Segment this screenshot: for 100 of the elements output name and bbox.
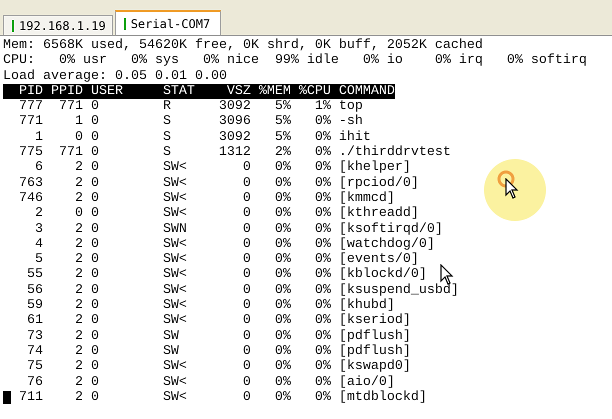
table-cell: 0 xyxy=(74,206,83,222)
table-cell: 0% xyxy=(314,236,331,252)
table-cell: 2 xyxy=(74,236,83,252)
table-cell: 0% xyxy=(274,298,291,314)
table-cell: 75 xyxy=(26,359,43,374)
table-cell: 746 xyxy=(18,190,43,206)
table-cell: 2 xyxy=(74,160,83,176)
table-cell: [kblockd/0] xyxy=(338,267,427,282)
table-cell: [pdflush] xyxy=(338,344,411,359)
table-cell: 2 xyxy=(74,190,83,206)
table-cell: SW xyxy=(162,328,179,344)
table-cell: 0% xyxy=(314,130,331,145)
table-cell: 76 xyxy=(26,374,43,390)
table-cell: 0% xyxy=(314,206,331,222)
table-cell: [pdflush] xyxy=(338,328,411,344)
table-cell: SW< xyxy=(162,313,187,328)
table-cell: SW< xyxy=(162,206,187,222)
table-cell: 0% xyxy=(274,282,291,298)
mouse-pointer-icon xyxy=(505,178,519,200)
table-cell: ./thirddrvtest xyxy=(338,145,451,160)
table-cell: 0 xyxy=(90,344,99,359)
table-cell: 2 xyxy=(34,206,43,222)
table-cell: 0 xyxy=(90,267,99,282)
table-cell: 0 xyxy=(242,298,251,314)
table-cell: 0% xyxy=(314,359,331,374)
table-cell: 0 xyxy=(90,313,99,328)
table-cell: 61 xyxy=(26,313,43,328)
table-cell: 0% xyxy=(314,160,331,176)
table-cell: 0 xyxy=(242,236,251,252)
table-cell: [rpciod/0] xyxy=(338,176,419,191)
session-tab[interactable]: Serial-COM7 xyxy=(114,10,222,35)
table-cell: 0% xyxy=(314,252,331,268)
table-cell: 0% xyxy=(314,145,331,160)
table-cell: SW< xyxy=(162,176,187,191)
table-cell: 0% xyxy=(274,374,291,390)
table-cell: 0% xyxy=(274,328,291,344)
table-cell: SWN xyxy=(162,222,187,237)
column-header: STAT xyxy=(162,84,195,99)
table-cell: 2 xyxy=(74,176,83,191)
table-cell: 0 xyxy=(242,176,251,191)
table-cell: SW< xyxy=(162,160,187,176)
column-header: VSZ xyxy=(226,84,251,99)
table-cell: 0% xyxy=(274,206,291,222)
table-cell: 0% xyxy=(314,114,331,130)
table-cell: 0% xyxy=(314,222,331,237)
table-cell: 0% xyxy=(274,176,291,191)
table-cell: 0 xyxy=(242,282,251,298)
table-cell: 0 xyxy=(90,176,99,191)
table-cell: 0 xyxy=(242,313,251,328)
table-cell: 0% xyxy=(314,374,331,390)
table-cell: 2 xyxy=(74,374,83,390)
table-cell: [ksuspend_usbd] xyxy=(338,282,459,298)
table-cell: 2 xyxy=(74,390,83,405)
table-cell: 0 xyxy=(90,328,99,344)
table-cell: [mtdblockd] xyxy=(338,390,427,405)
table-cell: top xyxy=(338,99,363,114)
table-cell: 0 xyxy=(242,206,251,222)
table-cell: ihit xyxy=(338,130,371,145)
table-cell: 0 xyxy=(90,206,99,222)
status-bar-icon xyxy=(124,18,126,30)
table-cell: [kmmcd] xyxy=(338,190,395,206)
table-cell: 55 xyxy=(26,267,43,282)
column-header: %CPU xyxy=(298,84,331,99)
table-cell: 0% xyxy=(274,190,291,206)
table-cell: 0% xyxy=(314,390,331,405)
table-cell: 2% xyxy=(274,145,291,160)
table-cell: SW< xyxy=(162,359,187,374)
table-cell: 73 xyxy=(26,328,43,344)
summary-line: CPU: 0% usr 0% sys 0% nice 99% idle 0% io 0% irq 0% softirq xyxy=(3,53,588,69)
table-cell: 0% xyxy=(314,176,331,191)
table-cell: 0% xyxy=(314,313,331,328)
table-cell: 56 xyxy=(26,282,43,298)
table-cell: SW< xyxy=(162,252,187,268)
table-cell: 0% xyxy=(314,267,331,282)
table-cell: SW xyxy=(162,344,179,359)
table-cell: 0% xyxy=(314,190,331,206)
table-cell: [events/0] xyxy=(338,252,419,268)
table-cell: 0 xyxy=(242,359,251,374)
column-header: %MEM xyxy=(258,84,291,99)
table-cell: [khubd] xyxy=(338,298,395,314)
table-cell: R xyxy=(162,99,171,114)
table-cell: 0 xyxy=(90,374,99,390)
table-cell: 0 xyxy=(242,390,251,405)
column-header: PPID xyxy=(50,84,83,99)
table-cell: 3092 xyxy=(218,99,251,114)
table-cell: SW< xyxy=(162,390,187,405)
table-cell: 0 xyxy=(242,160,251,176)
table-cell: SW< xyxy=(162,267,187,282)
table-cell: 5% xyxy=(274,130,291,145)
table-cell: 0 xyxy=(242,222,251,237)
table-cell: 0% xyxy=(314,328,331,344)
table-cell: 0% xyxy=(274,160,291,176)
table-cell: 0 xyxy=(242,374,251,390)
table-cell: 777 xyxy=(18,99,43,114)
session-tab[interactable]: 192.168.1.19 xyxy=(3,15,113,35)
table-cell: S xyxy=(162,145,171,160)
table-cell: 0% xyxy=(274,222,291,237)
table-cell: 0% xyxy=(314,344,331,359)
table-cell: 5 xyxy=(34,252,43,268)
table-cell: S xyxy=(162,114,171,130)
